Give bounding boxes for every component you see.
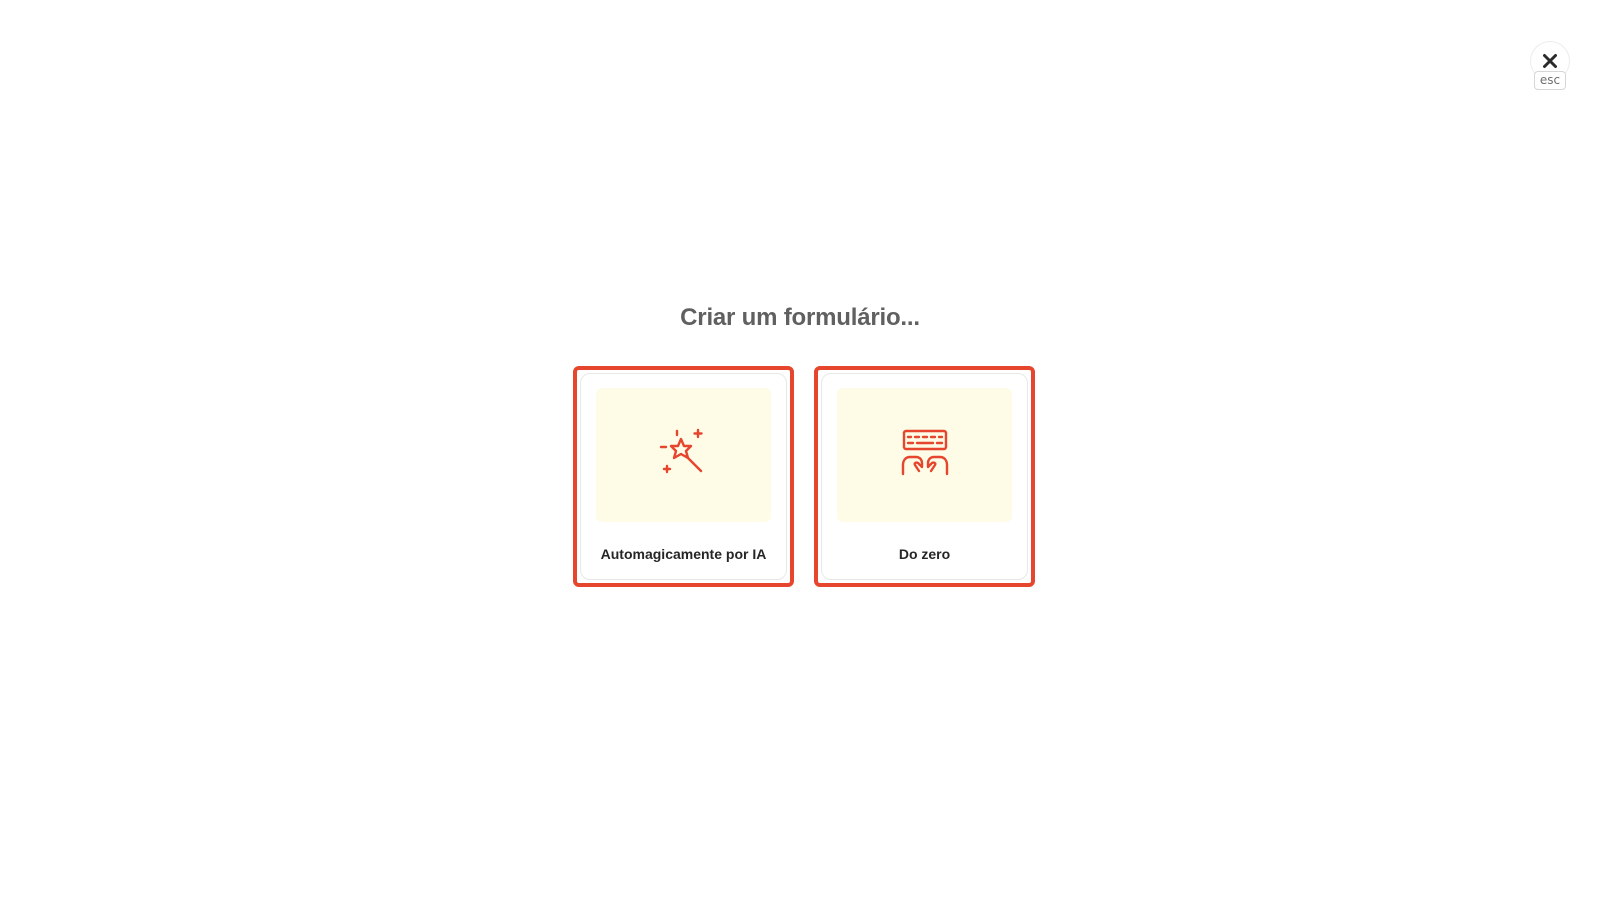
option-ai-button[interactable]: Automagicamente por IA [573,366,794,587]
form-creation-options: Automagicamente por IA Do zero [573,366,1035,587]
magic-wand-icon [659,428,703,474]
page-title: Criar um formulário... [680,304,920,331]
option-scratch-illustration [837,388,1012,522]
create-form-modal: esc Criar um formulário... Automagicamen… [0,0,1600,900]
close-icon [1543,54,1557,68]
option-ai-card: Automagicamente por IA [580,373,787,580]
keyboard-hands-icon [901,429,948,476]
esc-shortcut-hint: esc [1533,71,1567,90]
option-scratch-card: Do zero [821,373,1028,580]
option-scratch-label: Do zero [898,546,951,562]
option-ai-illustration [596,388,771,522]
close-control: esc [1530,41,1570,90]
option-scratch-button[interactable]: Do zero [814,366,1035,587]
option-ai-label: Automagicamente por IA [600,546,767,562]
